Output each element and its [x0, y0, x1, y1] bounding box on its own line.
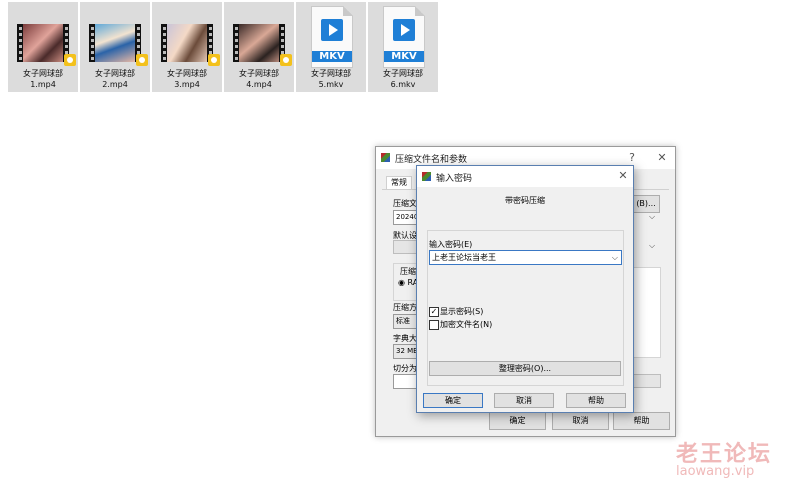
file-name: 女子网球部 3.mp4: [167, 69, 207, 89]
media-player-badge-icon: [64, 54, 76, 66]
help-button[interactable]: 帮助: [613, 412, 670, 430]
mkv-file-icon: MKV: [383, 6, 425, 68]
media-player-badge-icon: [136, 54, 148, 66]
chevron-down-icon[interactable]: ⌵: [649, 212, 655, 222]
help-title-button[interactable]: ?: [624, 150, 640, 166]
close-button[interactable]: ✕: [654, 150, 670, 166]
ok-button[interactable]: 确定: [489, 412, 546, 430]
password-input-value: 上老王论坛当老王: [432, 253, 496, 262]
media-player-badge-icon: [208, 54, 220, 66]
video-thumbnail: [161, 24, 213, 62]
encrypt-filenames-label: 加密文件名(N): [440, 320, 493, 329]
password-dialog-titlebar: 输入密码 ✕: [417, 166, 633, 187]
play-icon: [393, 19, 415, 41]
winrar-app-icon: [381, 153, 390, 162]
organize-passwords-button[interactable]: 整理密码(O)...: [429, 361, 621, 376]
options-list[interactable]: [632, 267, 661, 358]
file-tile-2[interactable]: 女子网球部 2.mp4: [80, 2, 150, 92]
browse-button[interactable]: (B)...: [632, 195, 660, 213]
close-button[interactable]: ✕: [615, 168, 631, 184]
file-tile-6[interactable]: MKV 女子网球部 6.mkv: [368, 2, 438, 92]
cancel-button[interactable]: 取消: [494, 393, 554, 408]
password-heading: 带密码压缩: [505, 196, 545, 205]
file-extension-label: MKV: [312, 51, 352, 62]
file-name: 女子网球部 5.mkv: [311, 69, 351, 89]
show-password-label: 显示密码(S): [440, 307, 484, 316]
cancel-button[interactable]: 取消: [552, 412, 609, 430]
encrypt-filenames-checkbox[interactable]: [429, 320, 439, 330]
file-tile-4[interactable]: 女子网球部 4.mp4: [224, 2, 294, 92]
chevron-down-icon[interactable]: ⌵: [649, 241, 655, 251]
dialog-title: 压缩文件名和参数: [395, 155, 468, 165]
media-player-badge-icon: [280, 54, 292, 66]
password-dialog-title: 输入密码: [436, 174, 473, 184]
mkv-file-icon: MKV: [311, 6, 353, 68]
ok-button[interactable]: 确定: [423, 393, 483, 408]
show-password-checkbox[interactable]: ✓: [429, 307, 439, 317]
video-thumbnail: [89, 24, 141, 62]
play-icon: [321, 19, 343, 41]
file-tile-1[interactable]: 女子网球部 1.mp4: [8, 2, 78, 92]
enter-password-dialog: 输入密码 ✕ 带密码压缩 输入密码(E) 上老王论坛当老王 ⌵ ✓ 显示密码(S…: [416, 165, 634, 413]
file-name: 女子网球部 4.mp4: [239, 69, 279, 89]
archive-format-label: 压缩: [400, 267, 416, 276]
file-tile-3[interactable]: 女子网球部 3.mp4: [152, 2, 222, 92]
file-name: 女子网球部 6.mkv: [383, 69, 423, 89]
dictionary-size-label: 字典大: [393, 334, 417, 343]
password-label: 输入密码(E): [429, 240, 473, 249]
video-thumbnail: [17, 24, 69, 62]
help-button[interactable]: 帮助: [566, 393, 626, 408]
password-input[interactable]: 上老王论坛当老王 ⌵: [429, 250, 622, 265]
tab-general[interactable]: 常规: [386, 176, 412, 189]
video-thumbnail: [233, 24, 285, 62]
set-password-button[interactable]: [632, 374, 661, 388]
file-extension-label: MKV: [384, 51, 424, 62]
file-tile-5[interactable]: MKV 女子网球部 5.mkv: [296, 2, 366, 92]
compression-method-label: 压缩方: [393, 303, 417, 312]
chevron-down-icon[interactable]: ⌵: [612, 251, 618, 264]
winrar-app-icon: [422, 172, 431, 181]
split-volumes-label: 切分为: [393, 364, 417, 373]
file-name: 女子网球部 2.mp4: [95, 69, 135, 89]
archive-name-label: 压缩文: [393, 199, 417, 208]
watermark-url: laowang.vip: [676, 464, 755, 479]
file-name: 女子网球部 1.mp4: [23, 69, 63, 89]
